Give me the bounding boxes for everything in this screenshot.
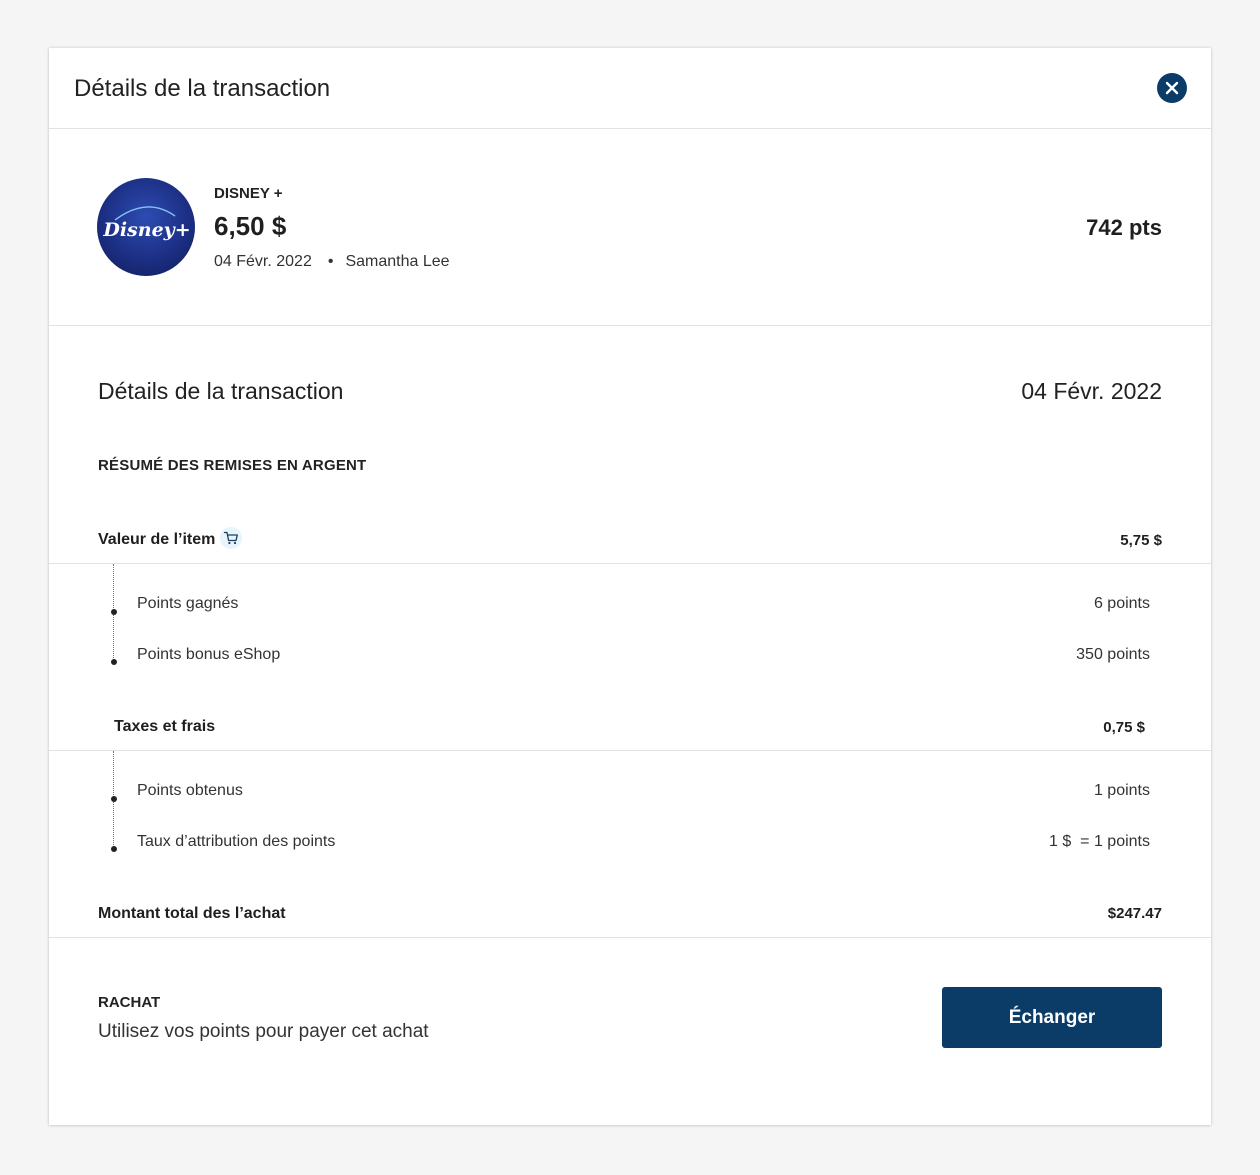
merchant-logo-text: Disney+ — [102, 219, 190, 241]
cart-icon — [223, 531, 238, 545]
close-button[interactable] — [1157, 73, 1187, 103]
redeem-title: RACHAT — [98, 994, 161, 1011]
close-icon — [1165, 81, 1179, 95]
transaction-user: Samantha Lee — [345, 253, 450, 270]
item-timeline — [111, 564, 117, 665]
transaction-date: 04 Févr. 2022 — [214, 253, 312, 270]
item-subrow-value: 350 points — [1076, 646, 1150, 663]
taxes-subrow-label: Points obtenus — [137, 782, 243, 799]
taxes-subrow-label: Taux d’attribution des points — [137, 833, 336, 850]
item-subrow-label: Points bonus eShop — [137, 646, 281, 663]
cashback-summary-title: RÉSUMÉ DES REMISES EN ARGENT — [98, 457, 367, 474]
taxes-label: Taxes et frais — [114, 718, 216, 735]
transaction-details-modal: Détails de la transaction Disney+ DISNEY… — [49, 48, 1211, 1125]
taxes-timeline — [111, 751, 117, 852]
redeem-description: Utilisez vos points pour payer cet achat — [98, 1021, 429, 1042]
item-value-row: Valeur de l’item 5,75 $ — [49, 519, 1211, 564]
transaction-points: 742 pts — [1086, 215, 1162, 240]
item-value-label: Valeur de l’item — [98, 531, 216, 548]
item-subrow-label: Points gagnés — [137, 595, 239, 612]
merchant-logo: Disney+ — [97, 178, 195, 276]
merchant-summary: Disney+ DISNEY + 6,50 $ 04 Févr. 2022 • Sa… — [49, 129, 1211, 326]
total-amount: $247.47 — [1107, 905, 1162, 922]
details-date: 04 Févr. 2022 — [1021, 378, 1162, 404]
modal-title: Détails de la transaction — [74, 75, 331, 102]
taxes-row: Taxes et frais 0,75 $ — [49, 706, 1211, 751]
taxes-subrow-value: 1 points — [1093, 782, 1150, 799]
item-subrow-value: 6 points — [1093, 595, 1150, 612]
total-label: Montant total des l’achat — [98, 905, 286, 922]
details-title: Détails de la transaction — [98, 378, 344, 404]
exchange-button[interactable]: Échanger — [942, 987, 1162, 1048]
transaction-amount: 6,50 $ — [214, 211, 287, 241]
taxes-amount: 0,75 $ — [1103, 719, 1145, 736]
cart-badge — [220, 527, 242, 549]
merchant-name: DISNEY + — [214, 185, 283, 202]
transaction-meta: 04 Févr. 2022 • Samantha Lee — [214, 253, 450, 271]
item-value-amount: 5,75 $ — [1120, 532, 1162, 549]
modal-header: Détails de la transaction — [49, 48, 1211, 129]
total-row: Montant total des l’achat $247.47 — [49, 892, 1211, 938]
meta-separator: • — [327, 253, 334, 270]
taxes-subrow-value: 1 $ = 1 points — [1049, 833, 1150, 850]
